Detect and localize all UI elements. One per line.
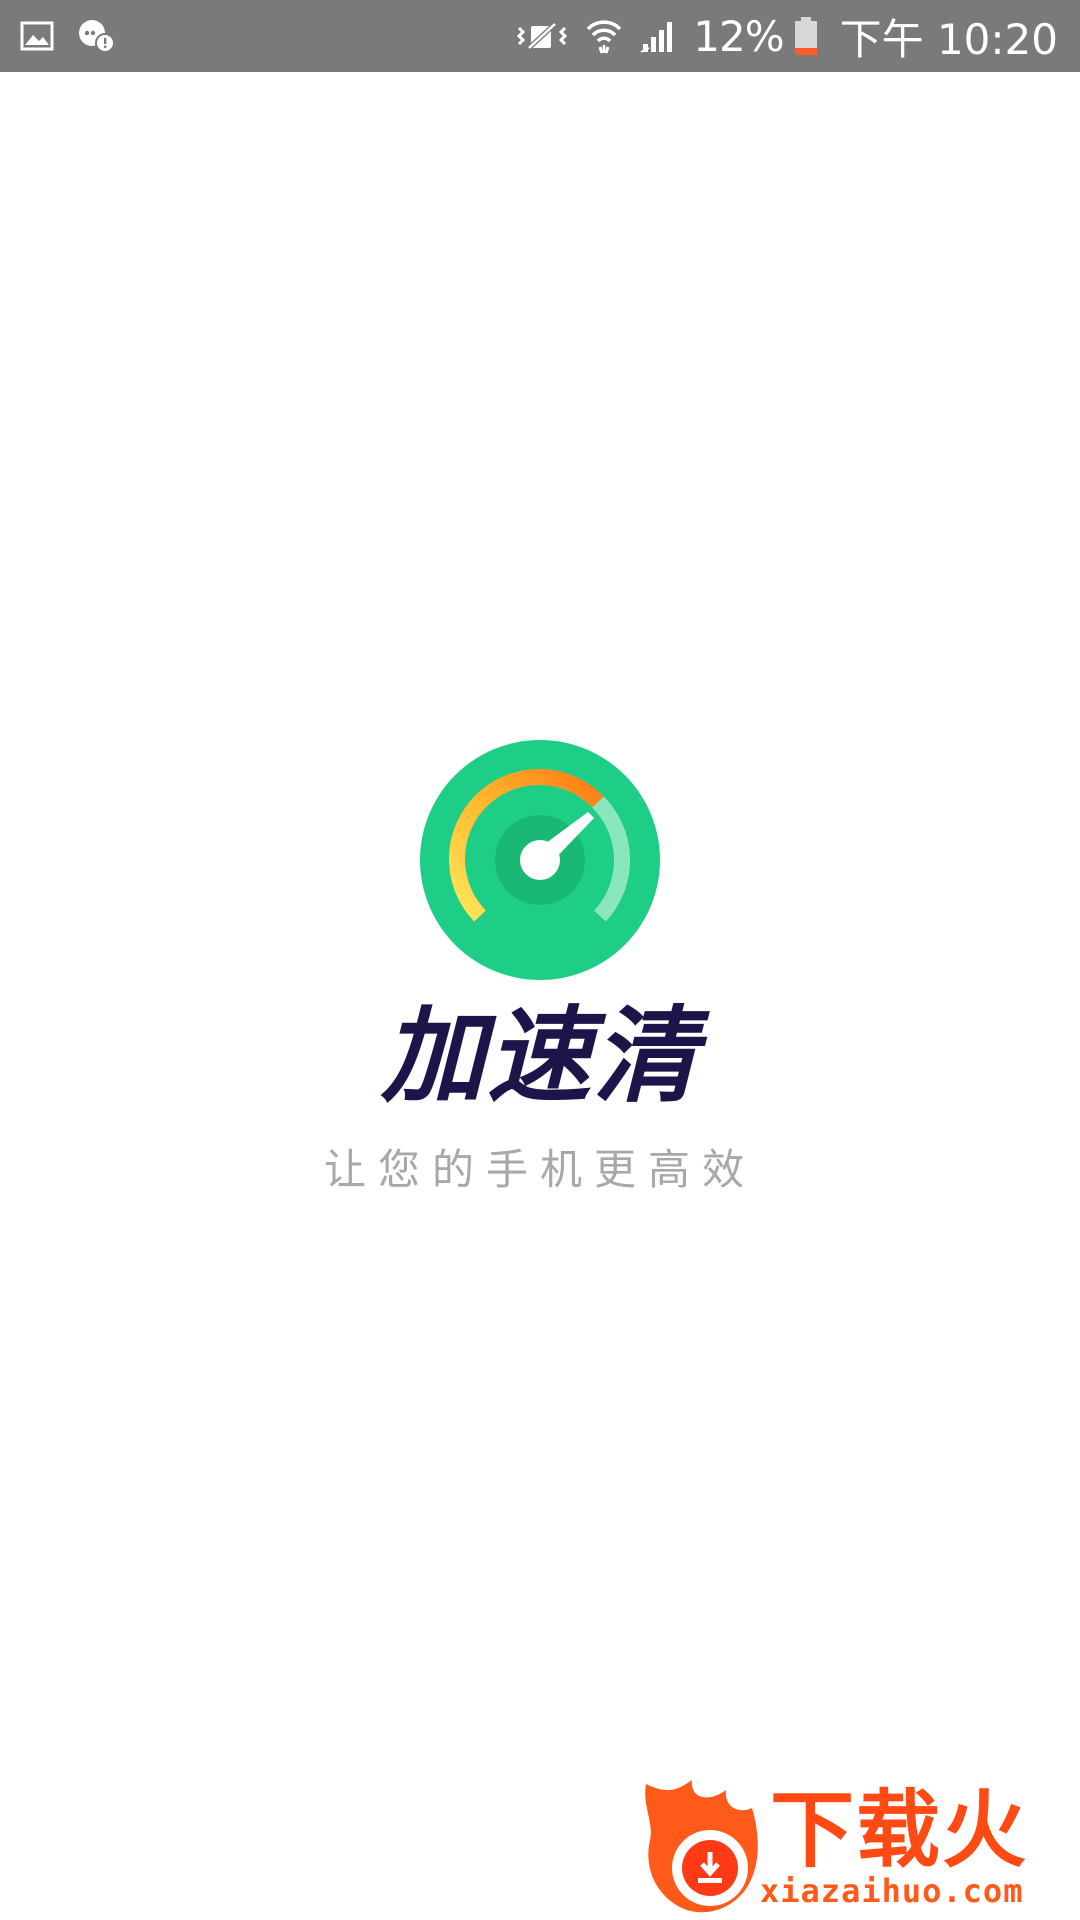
watermark-chars: 下载火 [770, 1781, 1029, 1879]
battery-low-icon [794, 16, 818, 56]
flame-download-icon [640, 1778, 770, 1920]
battery-percent: 12% [693, 11, 784, 61]
wifi-icon [585, 17, 623, 55]
clock-time: 下午 10:20 [839, 14, 1058, 64]
message-notification-icon [76, 18, 116, 54]
status-bar: 12% 下午 10:20 [0, 0, 1080, 72]
cell-signal-icon [639, 18, 679, 54]
speedometer-icon [418, 738, 662, 982]
status-right: 12% 下午 10:20 [499, 6, 1058, 67]
status-left [20, 18, 138, 54]
watermark: 下载火 xiazaihuo.com [640, 1778, 1080, 1920]
splash-screen: 12% 下午 10:20 加速清 让您的手机更高效 下载火 xiazaihuo.… [0, 0, 1080, 1920]
image-notification-icon [20, 21, 54, 51]
watermark-url: xiazaihuo.com [760, 1872, 1024, 1910]
app-name: 加速清 [380, 995, 699, 1117]
vibrate-mute-icon [515, 18, 569, 54]
slogan: 让您的手机更高效 [323, 1145, 756, 1194]
